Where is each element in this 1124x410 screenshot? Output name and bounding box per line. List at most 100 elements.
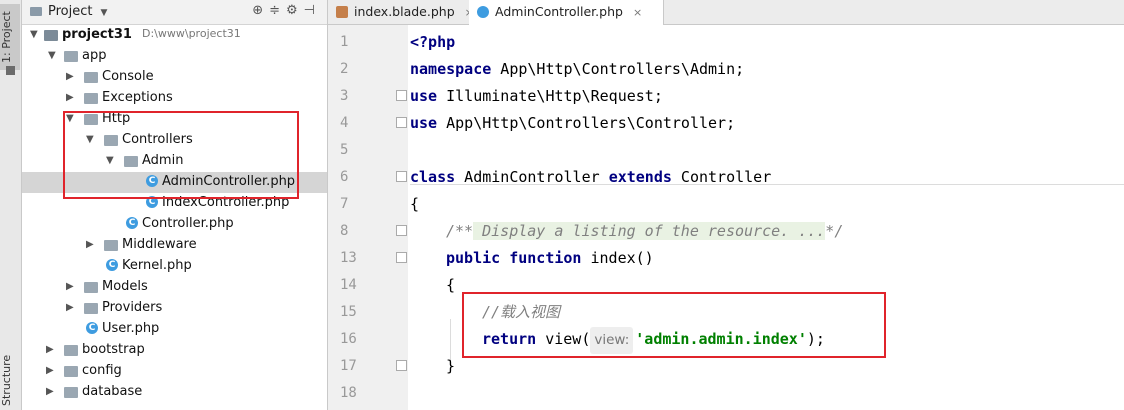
- tab-admincontroller[interactable]: AdminController.php ×: [469, 0, 664, 25]
- tree-item-kernel[interactable]: C Kernel.php: [22, 256, 327, 277]
- tree-item-label: Controller.php: [142, 216, 234, 231]
- tree-item-config[interactable]: ▶ config: [22, 361, 327, 382]
- code-text: index(): [581, 249, 654, 267]
- project-folder-icon: [44, 30, 58, 41]
- folder-icon: [84, 282, 98, 293]
- chevron-right-icon[interactable]: ▶: [86, 239, 96, 251]
- tree-item-label: Exceptions: [102, 90, 173, 105]
- folder-icon: [64, 366, 78, 377]
- code-line-1: <?php: [410, 29, 455, 56]
- close-icon[interactable]: ×: [633, 6, 642, 19]
- chevron-right-icon[interactable]: ▶: [66, 71, 76, 83]
- line-number: 6: [340, 169, 349, 185]
- tree-item-console[interactable]: ▶ Console: [22, 67, 327, 88]
- chevron-down-icon[interactable]: ▼: [48, 50, 58, 62]
- chevron-right-icon[interactable]: ▶: [66, 281, 76, 293]
- chevron-right-icon[interactable]: ▶: [46, 344, 56, 356]
- project-view-selector[interactable]: Project ▼: [30, 4, 107, 19]
- project-path: D:\www\project31: [142, 27, 241, 40]
- code-line-7: {: [410, 191, 419, 218]
- folder-icon: [84, 93, 98, 104]
- code-line-14: {: [446, 272, 455, 299]
- code-editor[interactable]: <?php namespace App\Http\Controllers\Adm…: [410, 25, 1124, 410]
- tree-item-controller[interactable]: C Controller.php: [22, 214, 327, 235]
- code-text: App\Http\Controllers\Admin;: [491, 60, 745, 78]
- collapse-icon[interactable]: ≑: [269, 3, 286, 18]
- tree-item-providers[interactable]: ▶ Providers: [22, 298, 327, 319]
- project-panel: Project ▼ ⊕≑⚙⊣ ▼ project31 D:\www\project…: [22, 0, 328, 410]
- line-number: 7: [340, 196, 349, 212]
- code-line-4: use App\Http\Controllers\Controller;: [410, 110, 735, 137]
- tab-label: AdminController.php: [495, 4, 623, 19]
- hide-icon[interactable]: ⊣: [304, 3, 321, 18]
- folder-icon: [104, 240, 118, 251]
- code-text: App\Http\Controllers\Controller;: [437, 114, 736, 132]
- php-class-icon: [477, 6, 489, 18]
- comment: */: [825, 222, 844, 240]
- tree-item-label: database: [82, 384, 143, 399]
- fold-marker-icon[interactable]: [396, 117, 407, 128]
- tree-item-label: Models: [102, 279, 148, 294]
- tree-item-label: app: [82, 48, 107, 63]
- folder-icon: [64, 345, 78, 356]
- keyword: class: [410, 168, 456, 186]
- chevron-down-icon: ▼: [100, 8, 108, 18]
- line-number: 18: [340, 385, 357, 401]
- tool-window-strip: 1: Project Structure: [0, 0, 22, 410]
- tree-item-middleware[interactable]: ▶ Middleware: [22, 235, 327, 256]
- chevron-down-icon[interactable]: ▼: [30, 29, 40, 41]
- tree-item-label: project31: [62, 27, 132, 42]
- line-number: 14: [340, 277, 357, 293]
- tree-item-app[interactable]: ▼ app: [22, 46, 327, 67]
- code-line-13: public function index(): [446, 245, 654, 272]
- tree-item-user[interactable]: C User.php: [22, 319, 327, 340]
- code-line-8: /** Display a listing of the resource. .…: [446, 218, 843, 245]
- code-text: }: [446, 357, 456, 375]
- chevron-right-icon[interactable]: ▶: [46, 365, 56, 377]
- tree-item-label: Console: [102, 69, 154, 84]
- tree-item-label: Middleware: [122, 237, 197, 252]
- gear-icon[interactable]: ⚙: [286, 3, 304, 18]
- line-number: 5: [340, 142, 349, 158]
- fold-marker-icon[interactable]: [396, 171, 407, 182]
- folder-icon: [30, 7, 42, 16]
- code-line-3: use Illuminate\Http\Request;: [410, 83, 663, 110]
- tree-item-bootstrap[interactable]: ▶ bootstrap: [22, 340, 327, 361]
- code-text: {: [446, 276, 456, 294]
- line-number: 13: [340, 250, 357, 266]
- fold-marker-icon[interactable]: [396, 90, 407, 101]
- tree-item-exceptions[interactable]: ▶ Exceptions: [22, 88, 327, 109]
- keyword: function: [500, 249, 582, 267]
- keyword: public: [446, 249, 501, 267]
- fold-marker-icon[interactable]: [396, 360, 407, 371]
- code-text: {: [410, 195, 420, 213]
- chevron-right-icon[interactable]: ▶: [66, 302, 76, 314]
- chevron-right-icon[interactable]: ▶: [46, 386, 56, 398]
- structure-tool-tab[interactable]: Structure: [0, 350, 20, 410]
- chevron-right-icon[interactable]: ▶: [66, 92, 76, 104]
- tree-item-database[interactable]: ▶ database: [22, 382, 327, 403]
- line-number: 4: [340, 115, 349, 131]
- line-number: 17: [340, 358, 357, 374]
- tree-item-label: Kernel.php: [122, 258, 192, 273]
- fold-marker-icon[interactable]: [396, 252, 407, 263]
- line-number: 15: [340, 304, 357, 320]
- blade-file-icon: [336, 6, 348, 18]
- tree-item-models[interactable]: ▶ Models: [22, 277, 327, 298]
- editor-area: index.blade.php × AdminController.php × 1 …: [328, 0, 1124, 410]
- tree-item-project31[interactable]: ▼ project31 D:\www\project31: [22, 25, 327, 46]
- tab-label: index.blade.php: [354, 4, 455, 19]
- project-toolbar: Project ▼ ⊕≑⚙⊣: [22, 0, 327, 25]
- php-class-icon: C: [86, 322, 98, 334]
- folded-comment[interactable]: Display a listing of the resource. ...: [473, 222, 826, 240]
- tree-item-label: User.php: [102, 321, 160, 336]
- editor-tabs: index.blade.php × AdminController.php ×: [328, 0, 1124, 25]
- project-tool-icon: [6, 66, 15, 75]
- locate-icon[interactable]: ⊕: [252, 3, 269, 18]
- fold-expand-icon[interactable]: [396, 225, 407, 236]
- project-tool-tab[interactable]: 1: Project: [0, 4, 20, 70]
- tree-item-label: Providers: [102, 300, 163, 315]
- php-open-tag: <?php: [410, 33, 456, 51]
- code-text: Controller: [671, 168, 772, 186]
- code-line-2: namespace App\Http\Controllers\Admin;: [410, 56, 744, 83]
